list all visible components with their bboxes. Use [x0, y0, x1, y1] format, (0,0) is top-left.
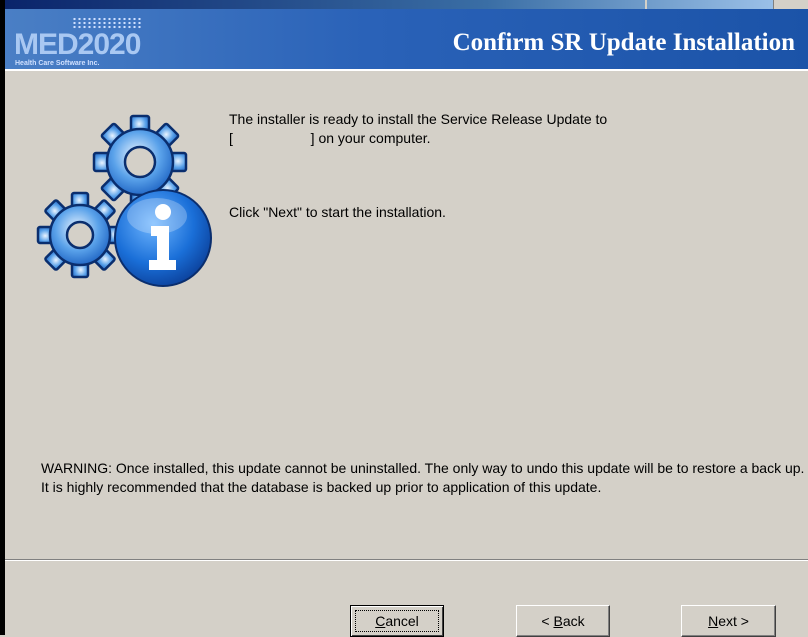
next-button-label: Next > — [708, 613, 749, 629]
window-controls[interactable] — [773, 0, 808, 9]
window-left-edge — [0, 0, 5, 635]
intro-text: The installer is ready to install the Se… — [229, 110, 789, 148]
button-separator — [5, 559, 808, 561]
back-button[interactable]: < Back — [516, 605, 610, 637]
intro-line-1: The installer is ready to install the Se… — [229, 111, 608, 127]
title-bar-divider — [645, 0, 647, 9]
installer-window: MED2020 Health Care Software Inc. Confir… — [0, 0, 808, 637]
next-button[interactable]: Next > — [681, 605, 776, 637]
logo-text: MED2020 — [14, 28, 141, 61]
logo: MED2020 Health Care Software Inc. — [14, 17, 164, 67]
cancel-button[interactable]: Cancel — [350, 605, 444, 637]
gears-with-info-icon — [30, 110, 225, 290]
header-banner: MED2020 Health Care Software Inc. Confir… — [5, 9, 808, 71]
title-bar[interactable] — [5, 0, 808, 9]
back-button-label: < Back — [541, 613, 585, 629]
instruction-text: Click "Next" to start the installation. — [229, 204, 446, 220]
focus-rectangle — [355, 610, 439, 632]
intro-line-2: [ ] on your computer. — [229, 130, 431, 146]
page-title: Confirm SR Update Installation — [452, 29, 795, 56]
logo-tagline: Health Care Software Inc. — [15, 60, 100, 67]
warning-text: WARNING: Once installed, this update can… — [41, 460, 805, 495]
